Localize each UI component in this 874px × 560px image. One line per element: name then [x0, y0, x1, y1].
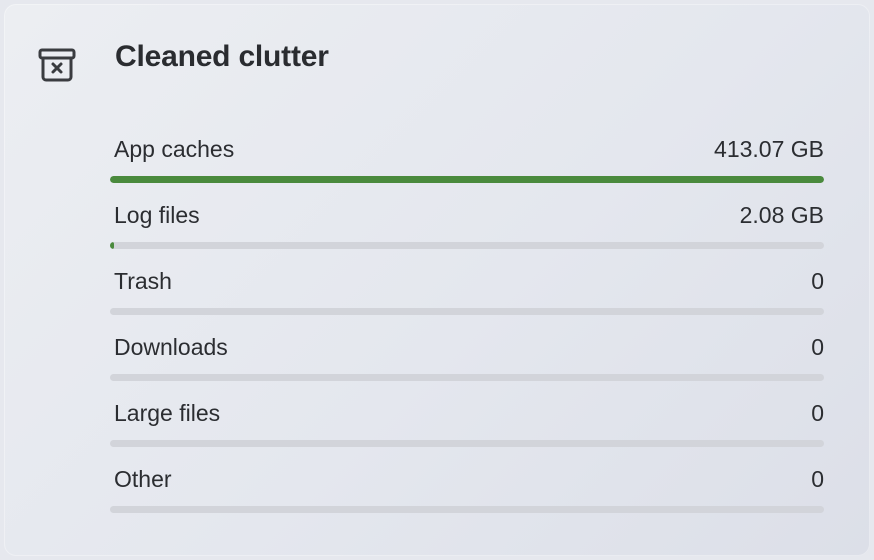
item-value: 0	[811, 466, 824, 492]
card-title: Cleaned clutter	[115, 40, 329, 73]
progress-fill	[110, 242, 114, 249]
progress-track	[110, 506, 824, 513]
progress-track	[110, 176, 824, 183]
list-item-log-files: Log files 2.08 GB	[110, 188, 824, 254]
item-value: 0	[811, 268, 824, 294]
list-item-large-files: Large files 0	[110, 386, 824, 452]
progress-fill	[110, 176, 824, 183]
progress-track	[110, 440, 824, 447]
trash-bin-x-icon	[37, 44, 77, 84]
clutter-list: App caches 413.07 GB Log files 2.08 GB T…	[110, 122, 824, 518]
item-label: App caches	[114, 136, 235, 162]
item-label: Trash	[114, 268, 172, 294]
item-value: 413.07 GB	[714, 136, 824, 162]
item-value: 0	[811, 400, 824, 426]
list-item-other: Other 0	[110, 452, 824, 518]
progress-track	[110, 374, 824, 381]
list-item-downloads: Downloads 0	[110, 320, 824, 386]
item-label: Large files	[114, 400, 221, 426]
item-value: 2.08 GB	[739, 202, 824, 228]
cleaned-clutter-card: Cleaned clutter App caches 413.07 GB Log…	[4, 4, 870, 556]
item-label: Downloads	[114, 334, 228, 360]
progress-track	[110, 308, 824, 315]
item-label: Other	[114, 466, 172, 492]
list-item-app-caches: App caches 413.07 GB	[110, 122, 824, 188]
progress-track	[110, 242, 824, 249]
item-value: 0	[811, 334, 824, 360]
list-item-trash: Trash 0	[110, 254, 824, 320]
item-label: Log files	[114, 202, 200, 228]
